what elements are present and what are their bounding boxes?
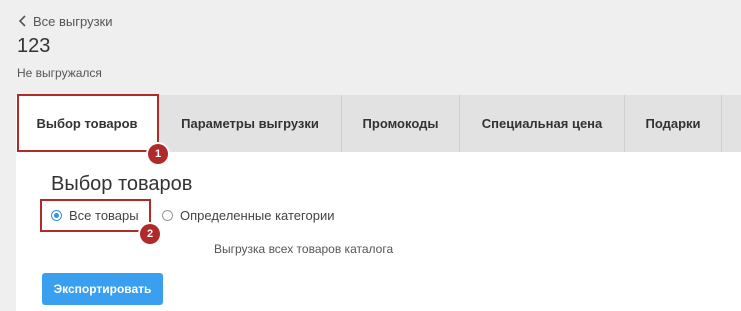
radio-indicator[interactable] (162, 210, 173, 221)
radio-specific-categories[interactable]: Определенные категории (162, 208, 334, 223)
tab-promocodes[interactable]: Промокоды (342, 95, 460, 152)
annotation-badge-2: 2 (140, 224, 160, 244)
chevron-left-icon (18, 15, 26, 27)
section-title: Выбор товаров (51, 173, 193, 195)
page-title: 123 (17, 35, 51, 57)
back-link-label: Все выгрузки (33, 13, 113, 29)
radio-indicator[interactable] (51, 210, 62, 221)
selection-help-text: Выгрузка всех товаров каталога (214, 242, 394, 256)
tab-gifts[interactable]: Подарки (625, 95, 722, 152)
radio-specific-categories-label: Определенные категории (180, 208, 335, 223)
radio-all-products-label: Все товары (69, 208, 139, 223)
back-link[interactable]: Все выгрузки (17, 12, 113, 30)
tab-product-selection[interactable]: Выбор товаров (16, 95, 159, 152)
tab-special-price[interactable]: Специальная цена (460, 95, 625, 152)
tab-bar: Выбор товаров Параметры выгрузки Промоко… (16, 95, 741, 152)
export-button[interactable]: Экспортировать (42, 273, 163, 305)
export-status: Не выгружался (17, 66, 102, 80)
page-header: Все выгрузки 123 Не выгружался (0, 0, 741, 95)
tab-overflow[interactable] (722, 95, 741, 152)
tab-export-parameters[interactable]: Параметры выгрузки (159, 95, 342, 152)
radio-all-products[interactable]: Все товары (51, 208, 139, 223)
annotation-badge-1: 1 (148, 144, 168, 164)
